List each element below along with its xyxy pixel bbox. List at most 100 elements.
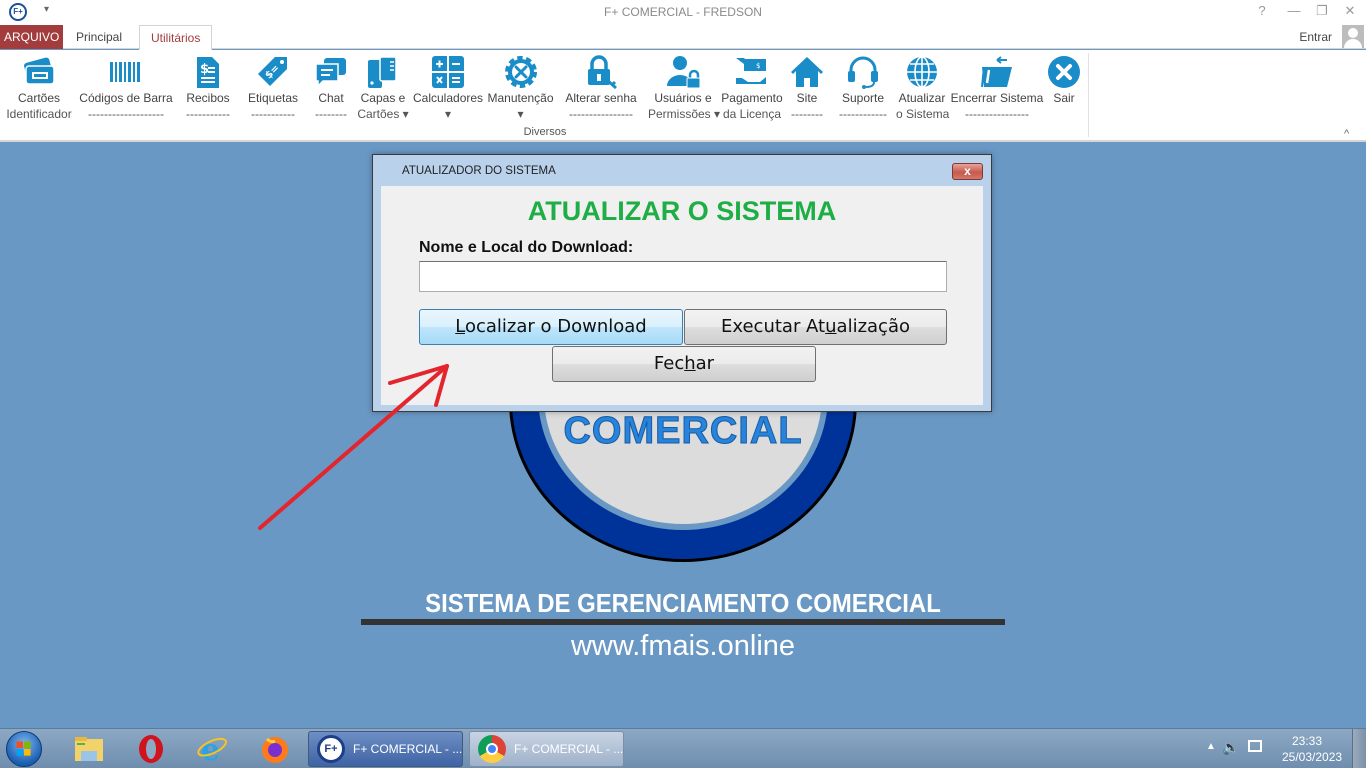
ribbon-button-suporte[interactable]: Suporte ------------ [832, 50, 894, 130]
btn-accel: h [684, 353, 696, 374]
ribbon-label-2: ---------------- [965, 107, 1029, 121]
restore-button[interactable]: ❐ [1312, 3, 1332, 19]
download-path-label: Nome e Local do Download: [419, 239, 634, 256]
ribbon-button-chat[interactable]: Chat -------- [307, 50, 355, 130]
ribbon-label-2: ----------- [251, 107, 295, 121]
ribbon-button-site[interactable]: Site -------- [786, 50, 828, 130]
ribbon-button-encerrar-sistema[interactable]: Encerrar Sistema ---------------- [950, 50, 1044, 130]
fechar-button[interactable]: Fechar [552, 346, 816, 382]
tab-principal[interactable]: Principal [65, 25, 133, 49]
chrome-icon [478, 735, 506, 763]
executar-atualizacao-button[interactable]: Executar Atualização [684, 309, 947, 345]
svg-text:$: $ [200, 62, 209, 77]
taskbar-item-label: F+ COMERCIAL - ... [514, 742, 624, 756]
minimize-button[interactable]: — [1284, 3, 1304, 18]
maintenance-gear-icon [503, 54, 539, 90]
ribbon-button-capas-cartoes[interactable]: Capas e Cartões ▾ [357, 50, 409, 130]
ribbon-label: Atualizar [898, 91, 946, 105]
ribbon-button-recibos[interactable]: $ Recibos ----------- [178, 50, 238, 130]
logo-text: COMERCIAL [563, 410, 803, 453]
tagline: SISTEMA DE GERENCIAMENTO COMERCIAL [425, 588, 941, 618]
svg-text:e: e [201, 733, 220, 765]
ribbon-label: Etiquetas [247, 91, 299, 105]
taskbar-item-label: F+ COMERCIAL - ... [353, 742, 463, 756]
ribbon-label-2: -------- [315, 107, 347, 121]
ribbon-button-alterar-senha[interactable]: Alterar senha ---------------- [561, 50, 641, 130]
tab-arquivo[interactable]: ARQUIVO [0, 25, 64, 49]
file-explorer-icon[interactable] [73, 733, 105, 765]
start-button[interactable] [6, 731, 42, 767]
chat-icon [313, 54, 349, 90]
ribbon-label-2: ------------ [839, 107, 887, 121]
download-path-input[interactable] [419, 261, 947, 292]
ribbon-label: Suporte [841, 91, 885, 105]
volume-icon[interactable]: 🔈 [1222, 739, 1239, 756]
fplus-app-icon: F+ [317, 735, 345, 763]
ribbon-button-codigos-barra[interactable]: Códigos de Barra ------------------- [78, 50, 174, 130]
price-tag-icon: $= [255, 54, 291, 90]
ribbon-button-calculadores[interactable]: Calculadores ▾ [413, 50, 483, 130]
ribbon-button-cartoes[interactable]: Cartões Identificador [4, 50, 74, 130]
ribbon-label: Sair [1053, 91, 1075, 105]
internet-explorer-icon[interactable]: e [197, 733, 229, 768]
headset-icon [845, 54, 881, 90]
collapse-ribbon-icon[interactable]: ^ [1344, 128, 1349, 140]
ribbon-label: Site [796, 91, 818, 105]
ribbon-button-usuarios-permissoes[interactable]: Usuários e Permissões ▾ [648, 50, 720, 130]
ribbon-label-2: ▾ [444, 107, 452, 121]
ribbon-label: Alterar senha [565, 91, 637, 105]
update-dialog: ATUALIZADOR DO SISTEMA x ATUALIZAR O SIS… [372, 154, 992, 412]
btn-text: Executar At [721, 316, 826, 337]
ribbon-label: Calculadores [413, 91, 484, 105]
ribbon-button-etiquetas[interactable]: $= Etiquetas ----------- [243, 50, 303, 130]
taskbar: e F+ F+ COMERCIAL - ... F+ COMERCIAL - .… [0, 728, 1366, 768]
close-button[interactable]: ✕ [1340, 3, 1360, 19]
ribbon-button-manutencao[interactable]: Manutenção ▾ [485, 50, 556, 130]
avatar[interactable] [1342, 25, 1364, 48]
ribbon-label-2: ▾ [517, 107, 524, 121]
ribbon-label-2: Cartões ▾ [357, 107, 409, 121]
dialog-close-button[interactable]: x [952, 163, 983, 180]
ribbon-label: Cartões [17, 91, 61, 105]
ribbon-label: Chat [318, 91, 344, 105]
help-button[interactable]: ? [1252, 3, 1272, 18]
ribbon-label-2: -------- [791, 107, 823, 121]
ribbon-label-2: o Sistema [896, 107, 950, 121]
barcode-icon [108, 54, 144, 90]
ribbon-button-sair[interactable]: Sair [1044, 50, 1084, 130]
id-card-icon [21, 54, 57, 90]
ribbon-label-2: da Licença [722, 107, 782, 121]
system-tray: ▲ 🔈 23:33 25/03/2023 [1200, 729, 1366, 768]
card-covers-icon [365, 54, 401, 90]
show-desktop-button[interactable] [1352, 729, 1366, 768]
sign-in-link[interactable]: Entrar [1299, 30, 1332, 44]
opera-icon[interactable] [135, 733, 167, 765]
tab-utilitarios[interactable]: Utilitários [139, 25, 213, 50]
ribbon-button-atualizar-sistema[interactable]: Atualizar o Sistema [896, 50, 950, 130]
payment-hand-icon: $ [734, 54, 770, 90]
show-hidden-icons-icon[interactable]: ▲ [1206, 741, 1216, 752]
taskbar-item-fplus[interactable]: F+ F+ COMERCIAL - ... [308, 731, 463, 767]
ribbon-button-pagamento-licenca[interactable]: $ Pagamento da Licença [718, 50, 786, 130]
network-icon[interactable] [1248, 740, 1262, 752]
ribbon-label: Capas e [360, 91, 406, 105]
clock-date[interactable]: 25/03/2023 [1282, 750, 1342, 764]
clock-time[interactable]: 23:33 [1292, 734, 1322, 748]
calculator-icon [430, 54, 466, 90]
lock-key-icon [583, 54, 619, 90]
firefox-icon[interactable] [259, 733, 291, 765]
btn-accel: L [455, 316, 465, 337]
ribbon-label: Manutenção [487, 91, 554, 105]
svg-text:$: $ [756, 62, 760, 70]
localizar-download-button[interactable]: Localizar o Download [419, 309, 683, 345]
dialog-heading: ATUALIZAR O SISTEMA [527, 196, 837, 226]
folder-exit-icon [979, 54, 1015, 90]
btn-text: ocalizar o Download [464, 316, 647, 337]
ribbon-label-2: ----------- [186, 107, 230, 121]
ribbon-label: Códigos de Barra [79, 91, 173, 105]
app-window: F+ ▾ F+ COMERCIAL - FREDSON ? — ❐ ✕ ARQU… [0, 0, 1366, 768]
ribbon-tabs: ARQUIVO Principal Utilitários Entrar [0, 25, 1366, 50]
globe-icon [904, 54, 940, 90]
taskbar-item-chrome[interactable]: F+ COMERCIAL - ... [469, 731, 624, 767]
window-title: F+ COMERCIAL - FREDSON [604, 5, 762, 19]
